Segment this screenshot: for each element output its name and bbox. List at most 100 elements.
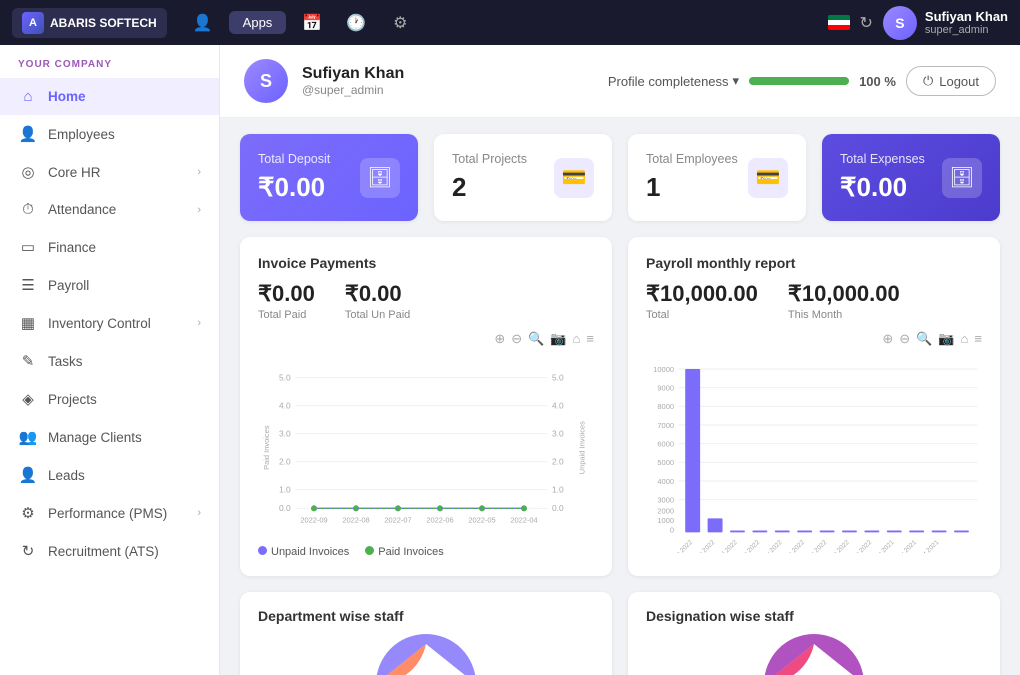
stat-card-total-deposit[interactable]: Total Deposit ₹0.00 🗄 [240,134,418,221]
sidebar-item-label: Attendance [48,202,116,217]
svg-text:3.0: 3.0 [552,428,564,438]
svg-text:2000: 2000 [657,507,674,516]
sidebar-item-finance[interactable]: ▭ Finance [0,228,219,266]
calendar-icon-btn[interactable]: 📅 [294,5,330,41]
settings-icon-btn[interactable]: ⚙ [382,5,418,41]
sidebar-item-label: Core HR [48,165,101,180]
finance-icon: ▭ [18,238,38,256]
profile-username: @super_admin [302,83,404,97]
total-unpaid-label: Total Un Paid [345,309,410,321]
completeness-percent: 100 % [859,74,896,89]
svg-text:1000: 1000 [657,516,674,525]
total-unpaid-value: ₹0.00 [345,281,410,307]
attendance-icon: ⏱ [18,201,38,218]
payroll-chart-toolbar[interactable]: ⊕ ⊖ 🔍 📷 ⌂ ≡ [646,331,982,347]
logout-button[interactable]: ⏻ Logout [906,66,996,96]
svg-text:3000: 3000 [657,495,674,504]
menu-icon[interactable]: ≡ [586,331,594,347]
sidebar-item-core-hr[interactable]: ◎ Core HR › [0,153,219,191]
sidebar-item-performance[interactable]: ⚙ Performance (PMS) › [0,494,219,532]
svg-text:0.0: 0.0 [552,503,564,513]
sidebar: YOUR COMPANY ⌂ Home 👤 Employees ◎ Core H… [0,45,220,675]
search-icon[interactable]: 🔍 [528,331,544,347]
sidebar-item-label: Inventory Control [48,316,151,331]
brand-name: ABARIS SOFTECH [50,16,157,30]
sidebar-item-employees[interactable]: 👤 Employees [0,115,219,153]
sidebar-item-tasks[interactable]: ✎ Tasks [0,342,219,380]
chevron-down-icon: › [197,166,201,178]
home-icon[interactable]: ⌂ [961,331,969,347]
stat-label: Total Employees [646,152,738,166]
sidebar-item-leads[interactable]: 👤 Leads [0,456,219,494]
svg-text:0.0: 0.0 [279,503,291,513]
zoom-in-icon[interactable]: ⊕ [882,331,893,347]
svg-text:May 2022: May 2022 [758,539,783,553]
svg-text:Aug 2022: Aug 2022 [692,539,717,553]
zoom-out-icon[interactable]: ⊖ [511,331,522,347]
chevron-down-icon: ▾ [733,73,740,89]
search-icon[interactable]: 🔍 [916,331,932,347]
svg-text:1.0: 1.0 [279,484,291,494]
download-icon[interactable]: 📷 [938,331,954,347]
svg-text:3.0: 3.0 [279,428,291,438]
user-info: S Sufiyan Khan super_admin [883,6,1008,40]
download-icon[interactable]: 📷 [550,331,566,347]
stat-value: ₹0.00 [840,172,925,203]
zoom-out-icon[interactable]: ⊖ [899,331,910,347]
sidebar-item-payroll[interactable]: ☰ Payroll [0,266,219,304]
payroll-chart-card: Payroll monthly report ₹10,000.00 Total … [628,237,1000,576]
expenses-icon: 🗄 [942,158,982,198]
svg-text:Apr 2022: Apr 2022 [782,539,806,553]
completeness-label[interactable]: Profile completeness ▾ [608,73,739,89]
home-icon[interactable]: ⌂ [573,331,581,347]
refresh-icon[interactable]: ↻ [860,13,873,33]
employees-icon: 👤 [18,125,38,143]
history-icon-btn[interactable]: 🕐 [338,5,374,41]
progress-bar-fill [749,77,849,85]
zoom-in-icon[interactable]: ⊕ [494,331,505,347]
profile-name: Sufiyan Khan [302,65,404,83]
invoice-chart-legend: Unpaid Invoices Paid Invoices [258,546,594,558]
flag-icon[interactable] [828,15,850,30]
sidebar-item-label: Projects [48,392,97,407]
svg-text:2022-08: 2022-08 [342,515,369,524]
stat-card-total-projects[interactable]: Total Projects 2 💳 [434,134,612,221]
leads-icon: 👤 [18,466,38,484]
recruitment-icon: ↻ [18,542,38,560]
stat-label: Total Deposit [258,152,330,166]
brand-logo-area[interactable]: A ABARIS SOFTECH [12,8,167,38]
svg-text:8000: 8000 [657,402,674,411]
svg-text:2022-04: 2022-04 [510,515,537,524]
svg-text:4000: 4000 [657,477,674,486]
dept-chart-title: Department wise staff [258,608,594,624]
payroll-chart-svg: 10000 9000 8000 7000 6000 5000 4000 3000… [646,353,982,558]
payroll-total-label: Total [646,309,758,321]
chevron-down-icon: › [197,507,201,519]
main-layout: YOUR COMPANY ⌂ Home 👤 Employees ◎ Core H… [0,45,1020,675]
apps-button[interactable]: Apps [229,11,287,34]
menu-icon[interactable]: ≡ [974,331,982,347]
sidebar-item-manage-clients[interactable]: 👥 Manage Clients [0,418,219,456]
user-name: Sufiyan Khan [925,9,1008,24]
sidebar-item-projects[interactable]: ◈ Projects [0,380,219,418]
invoice-chart-stats: ₹0.00 Total Paid ₹0.00 Total Un Paid [258,281,594,321]
sidebar-item-home[interactable]: ⌂ Home [0,78,219,115]
svg-text:Sep 2022: Sep 2022 [669,539,694,553]
people-icon-btn[interactable]: 👤 [185,5,221,41]
sidebar-item-recruitment[interactable]: ↻ Recruitment (ATS) [0,532,219,570]
sidebar-item-label: Employees [48,127,115,142]
desig-chart-title: Designation wise staff [646,608,982,624]
tasks-icon: ✎ [18,352,38,370]
stat-card-total-expenses[interactable]: Total Expenses ₹0.00 🗄 [822,134,1000,221]
stat-card-total-employees[interactable]: Total Employees 1 💳 [628,134,806,221]
avatar: S [883,6,917,40]
svg-text:Oct 2021: Oct 2021 [917,539,941,553]
bottom-charts-row: Department wise staff Designation wise s… [220,592,1020,675]
chart-toolbar[interactable]: ⊕ ⊖ 🔍 📷 ⌂ ≡ [258,331,594,347]
svg-text:6000: 6000 [657,439,674,448]
svg-text:10000: 10000 [653,365,674,374]
stat-value: 2 [452,172,527,203]
sidebar-item-inventory[interactable]: ▦ Inventory Control › [0,304,219,342]
main-content: S Sufiyan Khan @super_admin Profile comp… [220,45,1020,675]
sidebar-item-attendance[interactable]: ⏱ Attendance › [0,191,219,228]
